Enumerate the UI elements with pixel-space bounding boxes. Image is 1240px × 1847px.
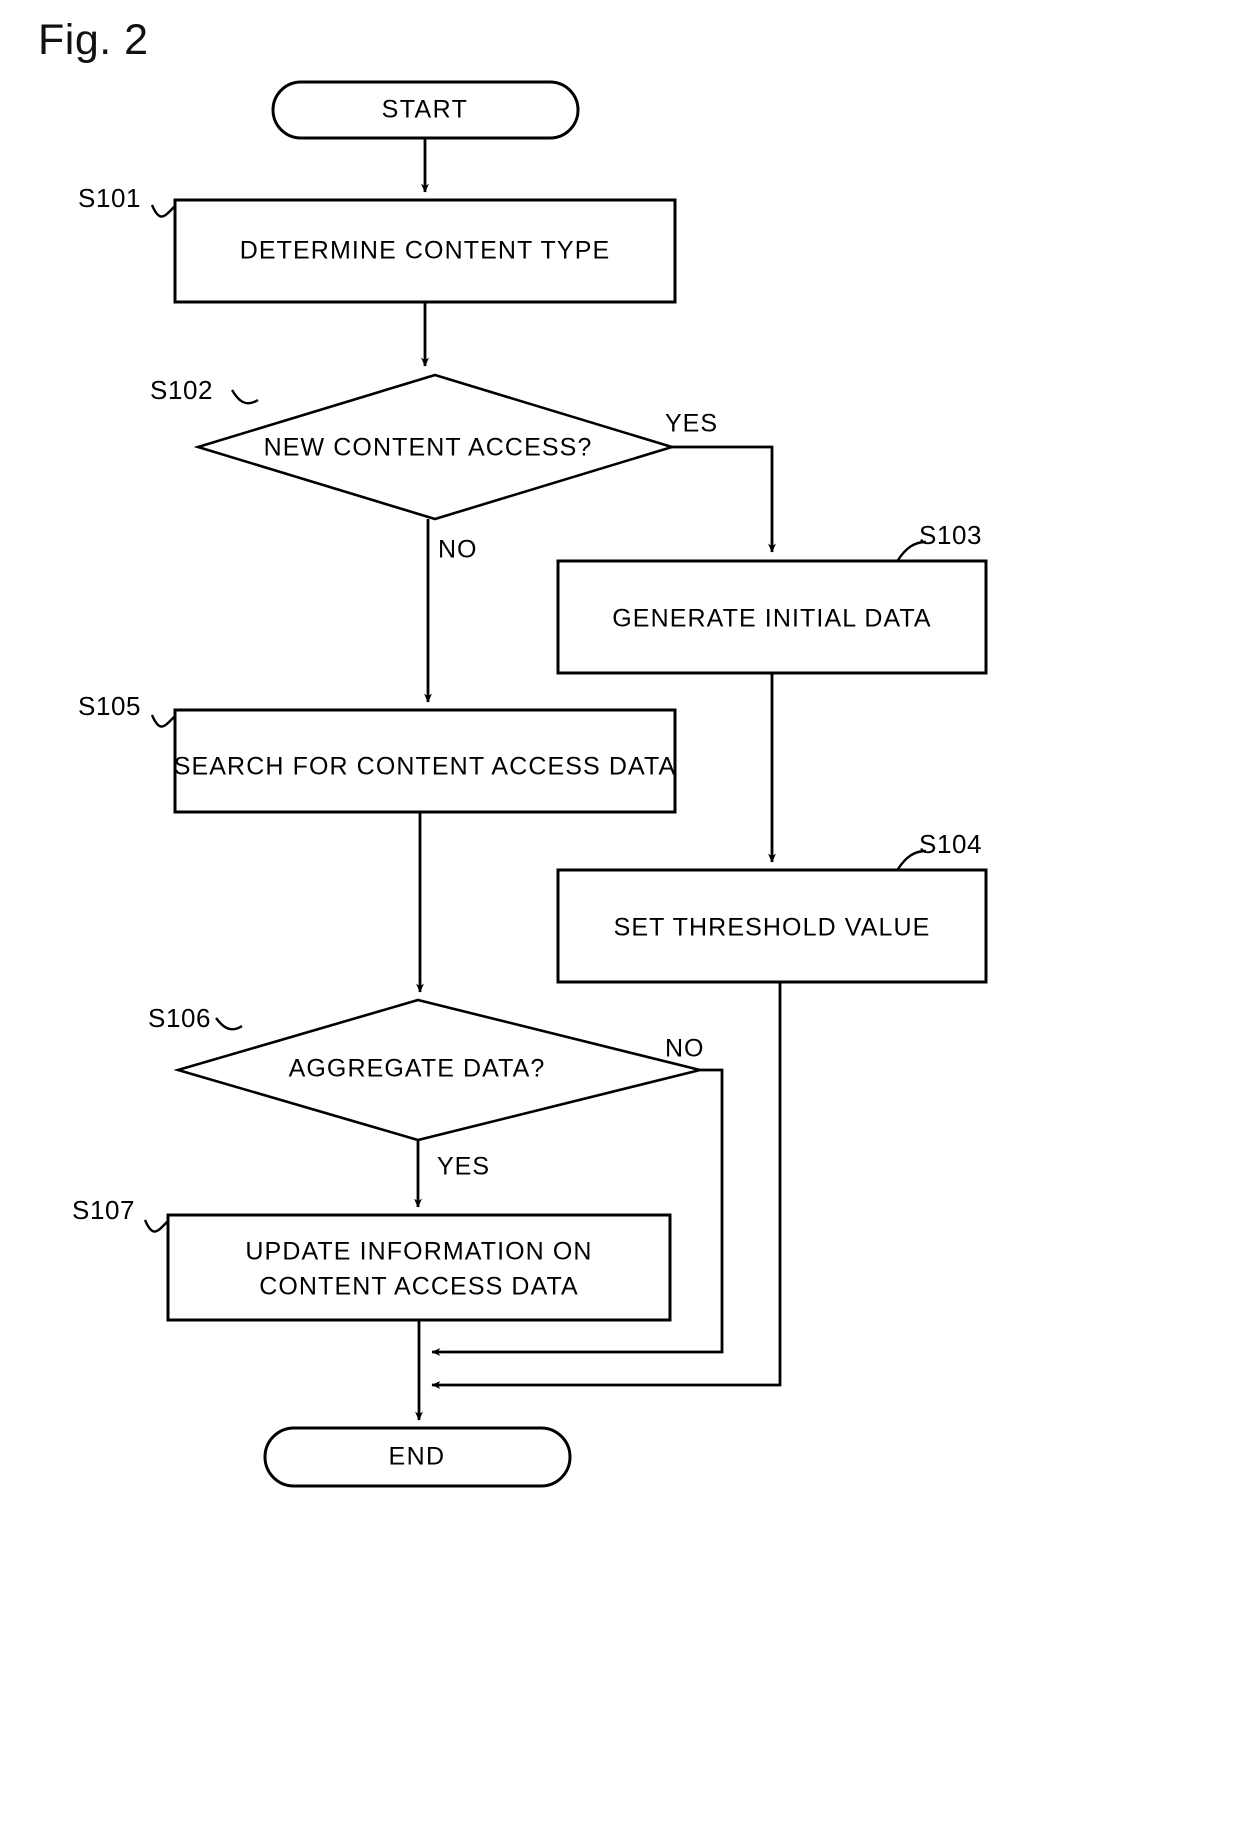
node-s105-label: SEARCH FOR CONTENT ACCESS DATA — [174, 753, 677, 781]
node-s102-label: NEW CONTENT ACCESS? — [264, 434, 593, 462]
node-s103: GENERATE INITIAL DATA — [556, 559, 988, 675]
figure-page: Fig. 2 START DETERMINE CONTENT TYPE S101… — [0, 0, 1240, 1847]
step-id-s103: S103 — [919, 520, 982, 550]
step-id-s106: S106 — [148, 1003, 211, 1033]
connector-s102-yes — [672, 445, 776, 553]
node-s104-label: SET THRESHOLD VALUE — [614, 914, 931, 942]
node-s106-label: AGGREGATE DATA? — [289, 1055, 546, 1083]
step-id-s102: S102 — [150, 375, 213, 405]
node-s101: DETERMINE CONTENT TYPE — [173, 198, 677, 304]
node-s105: SEARCH FOR CONTENT ACCESS DATA — [173, 708, 677, 814]
step-id-s101: S101 — [78, 183, 141, 213]
leader-s102 — [230, 389, 259, 405]
leader-s101 — [150, 204, 176, 218]
branch-label-s102-no: NO — [438, 536, 478, 564]
flowchart-canvas: START DETERMINE CONTENT TYPE S101 NEW CO… — [72, 80, 988, 1488]
step-id-s104: S104 — [919, 829, 982, 859]
terminator-end-label: END — [389, 1443, 446, 1471]
terminator-end: END — [263, 1426, 572, 1488]
step-id-s105: S105 — [78, 691, 141, 721]
branch-label-s102-yes: YES — [665, 410, 718, 438]
step-id-s107: S107 — [72, 1195, 135, 1225]
leader-s105 — [150, 714, 176, 728]
node-s107-label-line2: CONTENT ACCESS DATA — [259, 1273, 579, 1301]
node-s107: UPDATE INFORMATION ON CONTENT ACCESS DAT… — [166, 1213, 672, 1322]
branch-label-s106-no: NO — [665, 1035, 705, 1063]
branch-label-s106-yes: YES — [437, 1153, 490, 1181]
terminator-start: START — [271, 80, 580, 140]
node-s106: AGGREGATE DATA? — [173, 998, 701, 1142]
leader-s106 — [215, 1017, 243, 1031]
terminator-start-label: START — [382, 96, 469, 124]
node-s103-label: GENERATE INITIAL DATA — [612, 605, 931, 633]
leader-s107 — [143, 1219, 169, 1233]
node-s101-label: DETERMINE CONTENT TYPE — [240, 237, 611, 265]
node-s102: NEW CONTENT ACCESS? — [193, 373, 677, 521]
node-s104: SET THRESHOLD VALUE — [556, 868, 988, 984]
node-s107-label-line1: UPDATE INFORMATION ON — [245, 1238, 592, 1266]
